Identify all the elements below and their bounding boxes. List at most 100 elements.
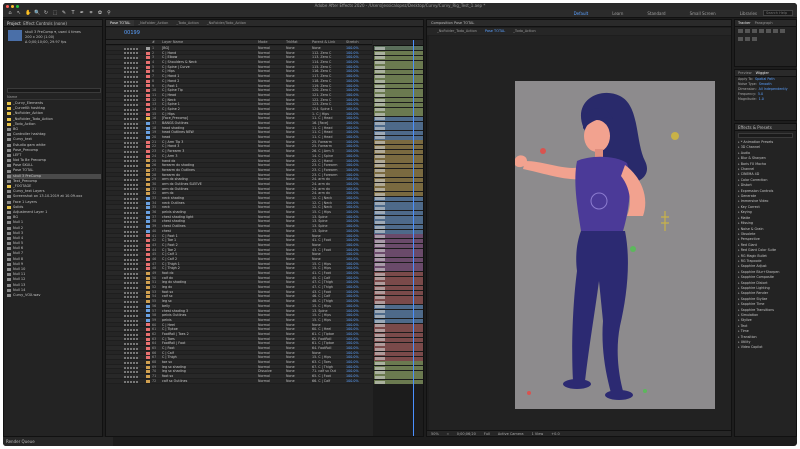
switch-icon[interactable]	[127, 141, 129, 144]
switch-icon[interactable]	[127, 347, 129, 350]
layer-switches[interactable]	[124, 201, 144, 205]
layer-mode-dropdown[interactable]: Normal	[258, 280, 280, 284]
switch-icon[interactable]	[124, 282, 126, 285]
layer-trkmat-dropdown[interactable]: None	[286, 201, 304, 205]
layer-stretch-value[interactable]: 100.0%	[346, 323, 359, 327]
layer-trkmat-dropdown[interactable]: None	[286, 126, 304, 130]
switch-icon[interactable]	[133, 71, 135, 74]
switch-icon[interactable]	[124, 343, 126, 346]
label-color[interactable]	[146, 285, 150, 289]
switch-icon[interactable]	[136, 371, 138, 374]
layer-mode-dropdown[interactable]: Normal	[258, 177, 280, 181]
layer-name[interactable]: chest Outlines	[162, 224, 234, 228]
switch-icon[interactable]	[127, 150, 129, 153]
label-color[interactable]	[146, 206, 150, 210]
switch-icon[interactable]	[133, 263, 135, 266]
minimize-window-button[interactable]	[11, 4, 14, 8]
layer-duration-bar[interactable]	[374, 366, 423, 370]
switch-icon[interactable]	[133, 61, 135, 64]
layer-name[interactable]: C | Thigh 1	[162, 262, 234, 266]
label-color[interactable]	[146, 107, 150, 111]
layer-parent-dropdown[interactable]: 122. Zero C	[312, 98, 338, 102]
layer-name[interactable]: chest shading 3	[162, 309, 234, 313]
layer-switches[interactable]	[124, 225, 144, 228]
layer-parent-dropdown[interactable]: 116. Zero C	[312, 69, 338, 73]
switch-icon[interactable]	[127, 296, 129, 299]
switch-icon[interactable]	[124, 249, 126, 252]
switch-icon[interactable]	[136, 174, 138, 177]
layer-stretch-value[interactable]: 100.0%	[346, 215, 359, 219]
switch-icon[interactable]	[133, 244, 135, 247]
layer-parent-dropdown[interactable]: None	[312, 243, 338, 247]
switch-icon[interactable]	[127, 47, 129, 50]
layer-parent-dropdown[interactable]: 43. C | Foot	[312, 290, 338, 294]
layer-name[interactable]: hand dx	[162, 159, 234, 163]
layer-switches[interactable]	[124, 305, 144, 308]
switch-icon[interactable]	[127, 155, 129, 158]
keyframe-marker[interactable]	[375, 98, 385, 102]
layer-stretch-value[interactable]: 100.0%	[346, 224, 359, 228]
layer-switches[interactable]	[124, 230, 144, 233]
layer-mode-dropdown[interactable]: Normal	[258, 102, 280, 106]
switch-icon[interactable]	[127, 132, 129, 135]
layer-name[interactable]: C | Toe 2	[162, 248, 234, 252]
layer-mode-dropdown[interactable]: Normal	[258, 248, 280, 252]
layer-mode-dropdown[interactable]: Normal	[258, 205, 280, 209]
layer-duration-bar[interactable]	[374, 267, 423, 272]
switch-icon[interactable]	[136, 202, 138, 205]
switch-icon[interactable]	[127, 89, 129, 92]
layer-trkmat-dropdown[interactable]: None	[286, 140, 304, 144]
tool-button-icon[interactable]: ✋	[25, 10, 31, 16]
indent-right-icon[interactable]	[745, 37, 750, 41]
switch-icon[interactable]	[124, 169, 126, 172]
layer-stretch-value[interactable]: 100.0%	[346, 262, 359, 266]
layer-name[interactable]: pelvis shading	[162, 210, 234, 214]
switch-icon[interactable]	[127, 239, 129, 242]
layer-stretch-value[interactable]: 100.0%	[346, 149, 359, 153]
tracker-tab[interactable]: Tracker	[738, 20, 751, 26]
keyframe-marker[interactable]	[375, 347, 385, 351]
switch-icon[interactable]	[127, 254, 129, 257]
switch-icon[interactable]	[124, 300, 126, 303]
layer-parent-dropdown[interactable]: 115. Zero C	[312, 65, 338, 69]
switch-icon[interactable]	[136, 75, 138, 78]
layer-duration-bar[interactable]	[374, 88, 423, 93]
viewer-control[interactable]: 1 View	[532, 431, 544, 436]
switch-icon[interactable]	[136, 343, 138, 346]
switch-icon[interactable]	[127, 94, 129, 97]
layer-name[interactable]: C | Thigh 2	[162, 266, 234, 270]
label-color[interactable]	[146, 131, 150, 135]
layer-name[interactable]: C | Hips	[162, 69, 234, 73]
layer-mode-dropdown[interactable]: Normal	[258, 126, 280, 130]
layer-duration-bar[interactable]	[374, 159, 423, 164]
switch-icon[interactable]	[136, 108, 138, 111]
layer-parent-dropdown[interactable]: 22. C | Hand	[312, 159, 338, 163]
switch-icon[interactable]	[130, 329, 132, 332]
keyframe-marker[interactable]	[375, 281, 385, 285]
label-color[interactable]	[146, 126, 150, 130]
label-color[interactable]	[146, 220, 150, 224]
switch-icon[interactable]	[130, 235, 132, 238]
layer-name[interactable]: C | Spine 1	[162, 102, 234, 106]
layer-switches[interactable]	[124, 370, 144, 374]
keyframe-marker[interactable]	[375, 150, 385, 154]
layer-mode-dropdown[interactable]: Normal	[258, 210, 280, 214]
switch-icon[interactable]	[133, 249, 135, 252]
switch-icon[interactable]	[130, 52, 132, 55]
switch-icon[interactable]	[133, 258, 135, 261]
layer-trkmat-dropdown[interactable]: None	[286, 191, 304, 195]
switch-icon[interactable]	[124, 160, 126, 163]
layer-switches[interactable]	[124, 216, 144, 219]
layer-name[interactable]: neck shading	[162, 196, 234, 200]
wiggler-tab[interactable]: Wiggler	[756, 70, 769, 76]
layer-switches[interactable]	[124, 286, 144, 289]
switch-icon[interactable]	[130, 371, 132, 374]
switch-icon[interactable]	[124, 263, 126, 266]
layer-stretch-value[interactable]: 100.0%	[346, 187, 359, 191]
layer-name[interactable]: C | Tiptoe	[162, 327, 234, 331]
label-color[interactable]	[146, 262, 150, 266]
switch-icon[interactable]	[124, 277, 126, 280]
switch-icon[interactable]	[124, 164, 126, 167]
switch-icon[interactable]	[127, 179, 129, 182]
switch-icon[interactable]	[127, 310, 129, 313]
